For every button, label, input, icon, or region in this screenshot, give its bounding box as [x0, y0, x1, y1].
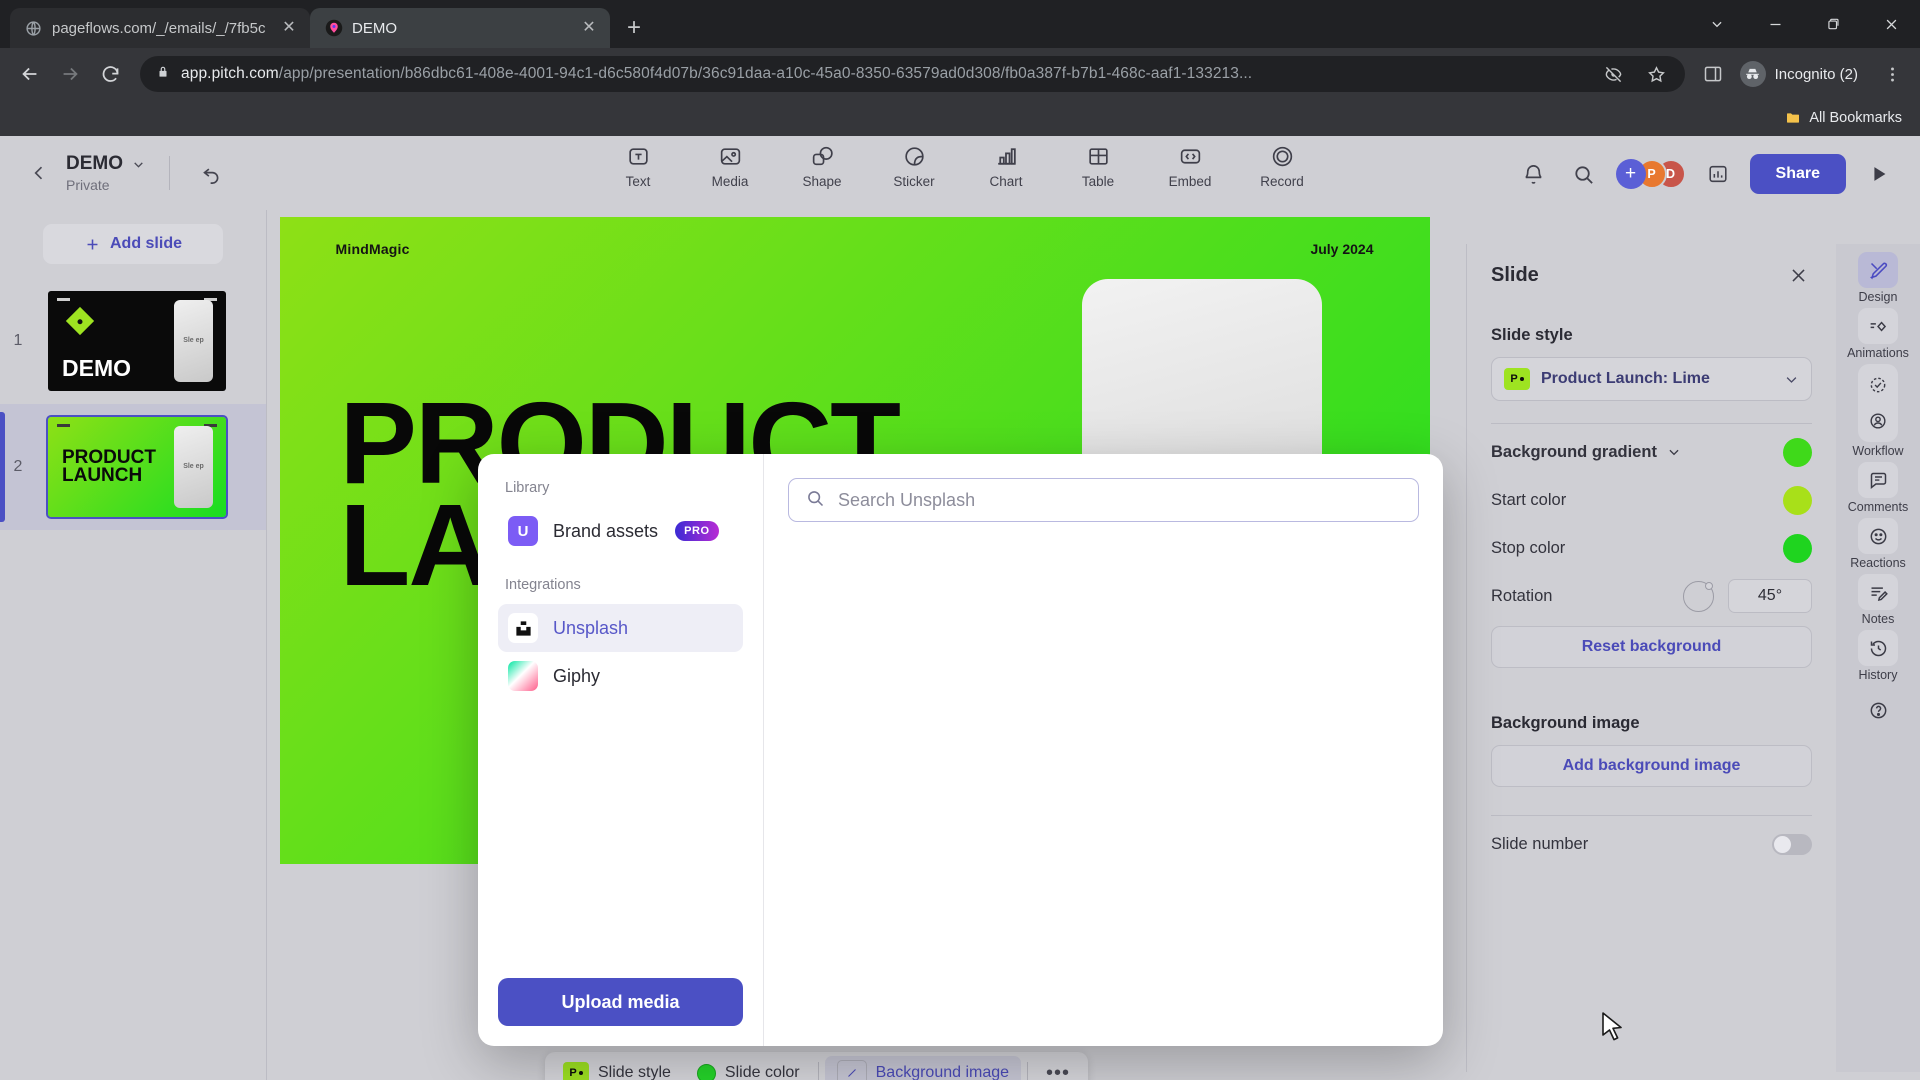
minimize-button[interactable] [1746, 0, 1804, 48]
search-unsplash-box[interactable] [788, 478, 1419, 522]
media-picker-modal: Library U Brand assets PRO Integrations … [478, 454, 1443, 1046]
lock-icon [156, 65, 170, 84]
pitch-app: DEMO Private Text Media Shape Sticker Ch… [0, 136, 1920, 1080]
library-caption: Library [505, 480, 550, 496]
tab-strip: pageflows.com/_/emails/_/7fb5c ✕ DEMO ✕ … [0, 0, 1920, 48]
chrome-menu-icon[interactable] [1876, 58, 1908, 90]
browser-tab-1[interactable]: pageflows.com/_/emails/_/7fb5c ✕ [10, 8, 310, 48]
window-controls [1688, 0, 1920, 48]
eye-off-icon[interactable] [1598, 58, 1630, 90]
globe-icon [24, 19, 43, 38]
brand-assets-item[interactable]: U Brand assets PRO [498, 507, 743, 555]
side-panel-icon[interactable] [1697, 58, 1729, 90]
close-window-button[interactable] [1862, 0, 1920, 48]
invite-button[interactable]: + [1615, 159, 1646, 189]
address-bar[interactable]: app.pitch.com/app/presentation/b86dbc61-… [140, 56, 1685, 92]
search-input[interactable] [838, 489, 1402, 511]
giphy-icon [508, 661, 538, 691]
integrations-caption: Integrations [505, 577, 581, 593]
profile-incognito-button[interactable]: Incognito (2) [1733, 57, 1872, 91]
unsplash-label: Unsplash [553, 617, 629, 638]
upload-media-button[interactable]: Upload media [498, 978, 743, 1026]
collaborator-avatars[interactable]: + P D [1615, 159, 1686, 189]
browser-window: pageflows.com/_/emails/_/7fb5c ✕ DEMO ✕ … [0, 0, 1920, 1080]
all-bookmarks-button[interactable]: All Bookmarks [1785, 110, 1902, 126]
bookmarks-bar: All Bookmarks [0, 100, 1920, 136]
browser-tab-2[interactable]: DEMO ✕ [310, 8, 610, 48]
close-icon[interactable]: ✕ [578, 17, 600, 39]
media-picker-content [764, 454, 1443, 1046]
folder-icon [1787, 113, 1800, 123]
back-button[interactable] [12, 56, 48, 92]
media-picker-sidebar: Library U Brand assets PRO Integrations … [478, 454, 764, 1046]
maximize-button[interactable] [1804, 0, 1862, 48]
tab-title: DEMO [352, 19, 397, 37]
all-bookmarks-label: All Bookmarks [1809, 110, 1902, 126]
chevron-down-icon[interactable] [1688, 0, 1746, 48]
brand-assets-icon: U [508, 516, 538, 546]
bookmark-star-icon[interactable] [1641, 58, 1673, 90]
omnibox-row: app.pitch.com/app/presentation/b86dbc61-… [0, 48, 1920, 100]
new-tab-button[interactable]: + [618, 12, 650, 44]
reload-button[interactable] [92, 56, 128, 92]
forward-button[interactable] [52, 56, 88, 92]
mouse-cursor [1601, 1012, 1627, 1049]
close-icon[interactable]: ✕ [278, 17, 300, 39]
unsplash-item[interactable]: Unsplash [498, 604, 743, 652]
pro-badge: PRO [675, 521, 719, 541]
url-text: app.pitch.com/app/presentation/b86dbc61-… [181, 65, 1253, 82]
pitch-icon [324, 19, 343, 38]
search-icon [805, 488, 825, 513]
brand-assets-label: Brand assets [553, 520, 659, 541]
media-picker-overlay: Library U Brand assets PRO Integrations … [0, 136, 1920, 1080]
incognito-icon [1739, 61, 1766, 87]
tab-title: pageflows.com/_/emails/_/7fb5c [52, 19, 266, 37]
unsplash-icon [508, 613, 538, 643]
giphy-label: Giphy [553, 665, 601, 686]
profile-label: Incognito (2) [1774, 65, 1858, 83]
giphy-item[interactable]: Giphy [498, 652, 743, 700]
